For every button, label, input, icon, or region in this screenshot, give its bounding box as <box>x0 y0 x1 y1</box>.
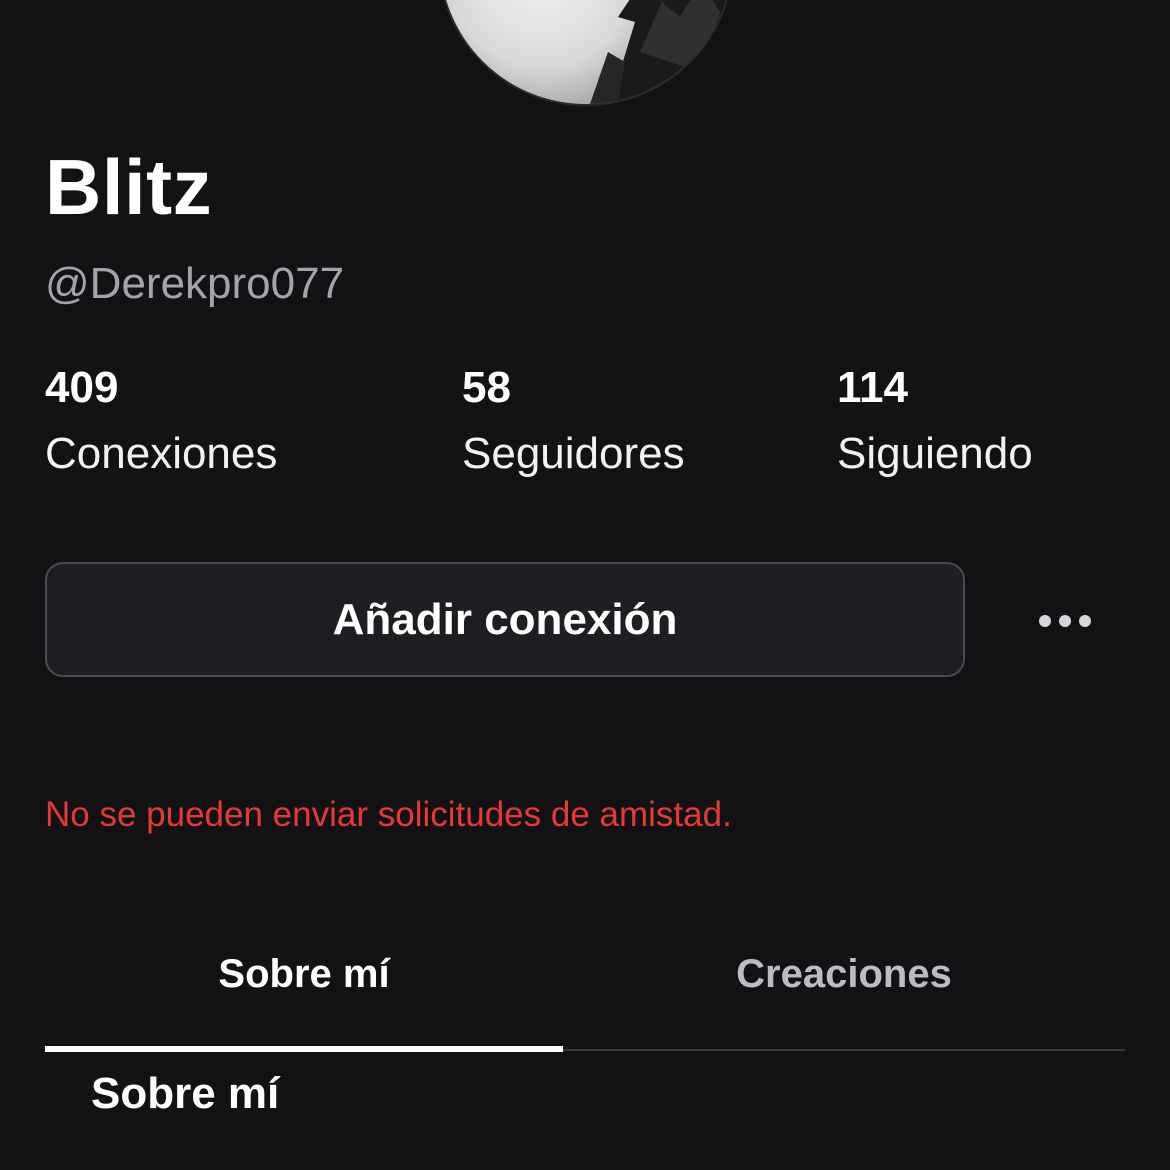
profile-tabs: Sobre mí Creaciones <box>45 940 1125 1054</box>
followers-label: Seguidores <box>462 429 685 478</box>
tab-creations[interactable]: Creaciones <box>563 940 1125 1048</box>
tab-about-me[interactable]: Sobre mí <box>45 940 563 1048</box>
avatar[interactable] <box>438 0 734 106</box>
about-section-heading: Sobre mí <box>91 1069 280 1118</box>
more-horizontal-icon <box>1059 615 1071 627</box>
following-label: Siguiendo <box>837 429 1033 478</box>
avatar-image <box>590 0 732 104</box>
more-horizontal-icon <box>1039 615 1051 627</box>
following-count: 114 <box>837 363 908 412</box>
connections-count: 409 <box>45 363 119 412</box>
more-horizontal-icon <box>1079 615 1091 627</box>
username: @Derekpro077 <box>45 259 345 308</box>
stat-following[interactable]: 114 Siguiendo <box>837 366 1033 476</box>
connections-label: Conexiones <box>45 429 278 478</box>
followers-count: 58 <box>462 363 511 412</box>
add-connection-button[interactable]: Añadir conexión <box>45 562 965 677</box>
more-options-button[interactable] <box>1020 592 1110 650</box>
display-name: Blitz <box>45 143 213 231</box>
tab-selected-indicator <box>45 1046 563 1052</box>
stat-connections[interactable]: 409 Conexiones <box>45 366 277 476</box>
stat-followers[interactable]: 58 Seguidores <box>462 366 685 476</box>
friend-request-error: No se pueden enviar solicitudes de amist… <box>45 795 732 834</box>
